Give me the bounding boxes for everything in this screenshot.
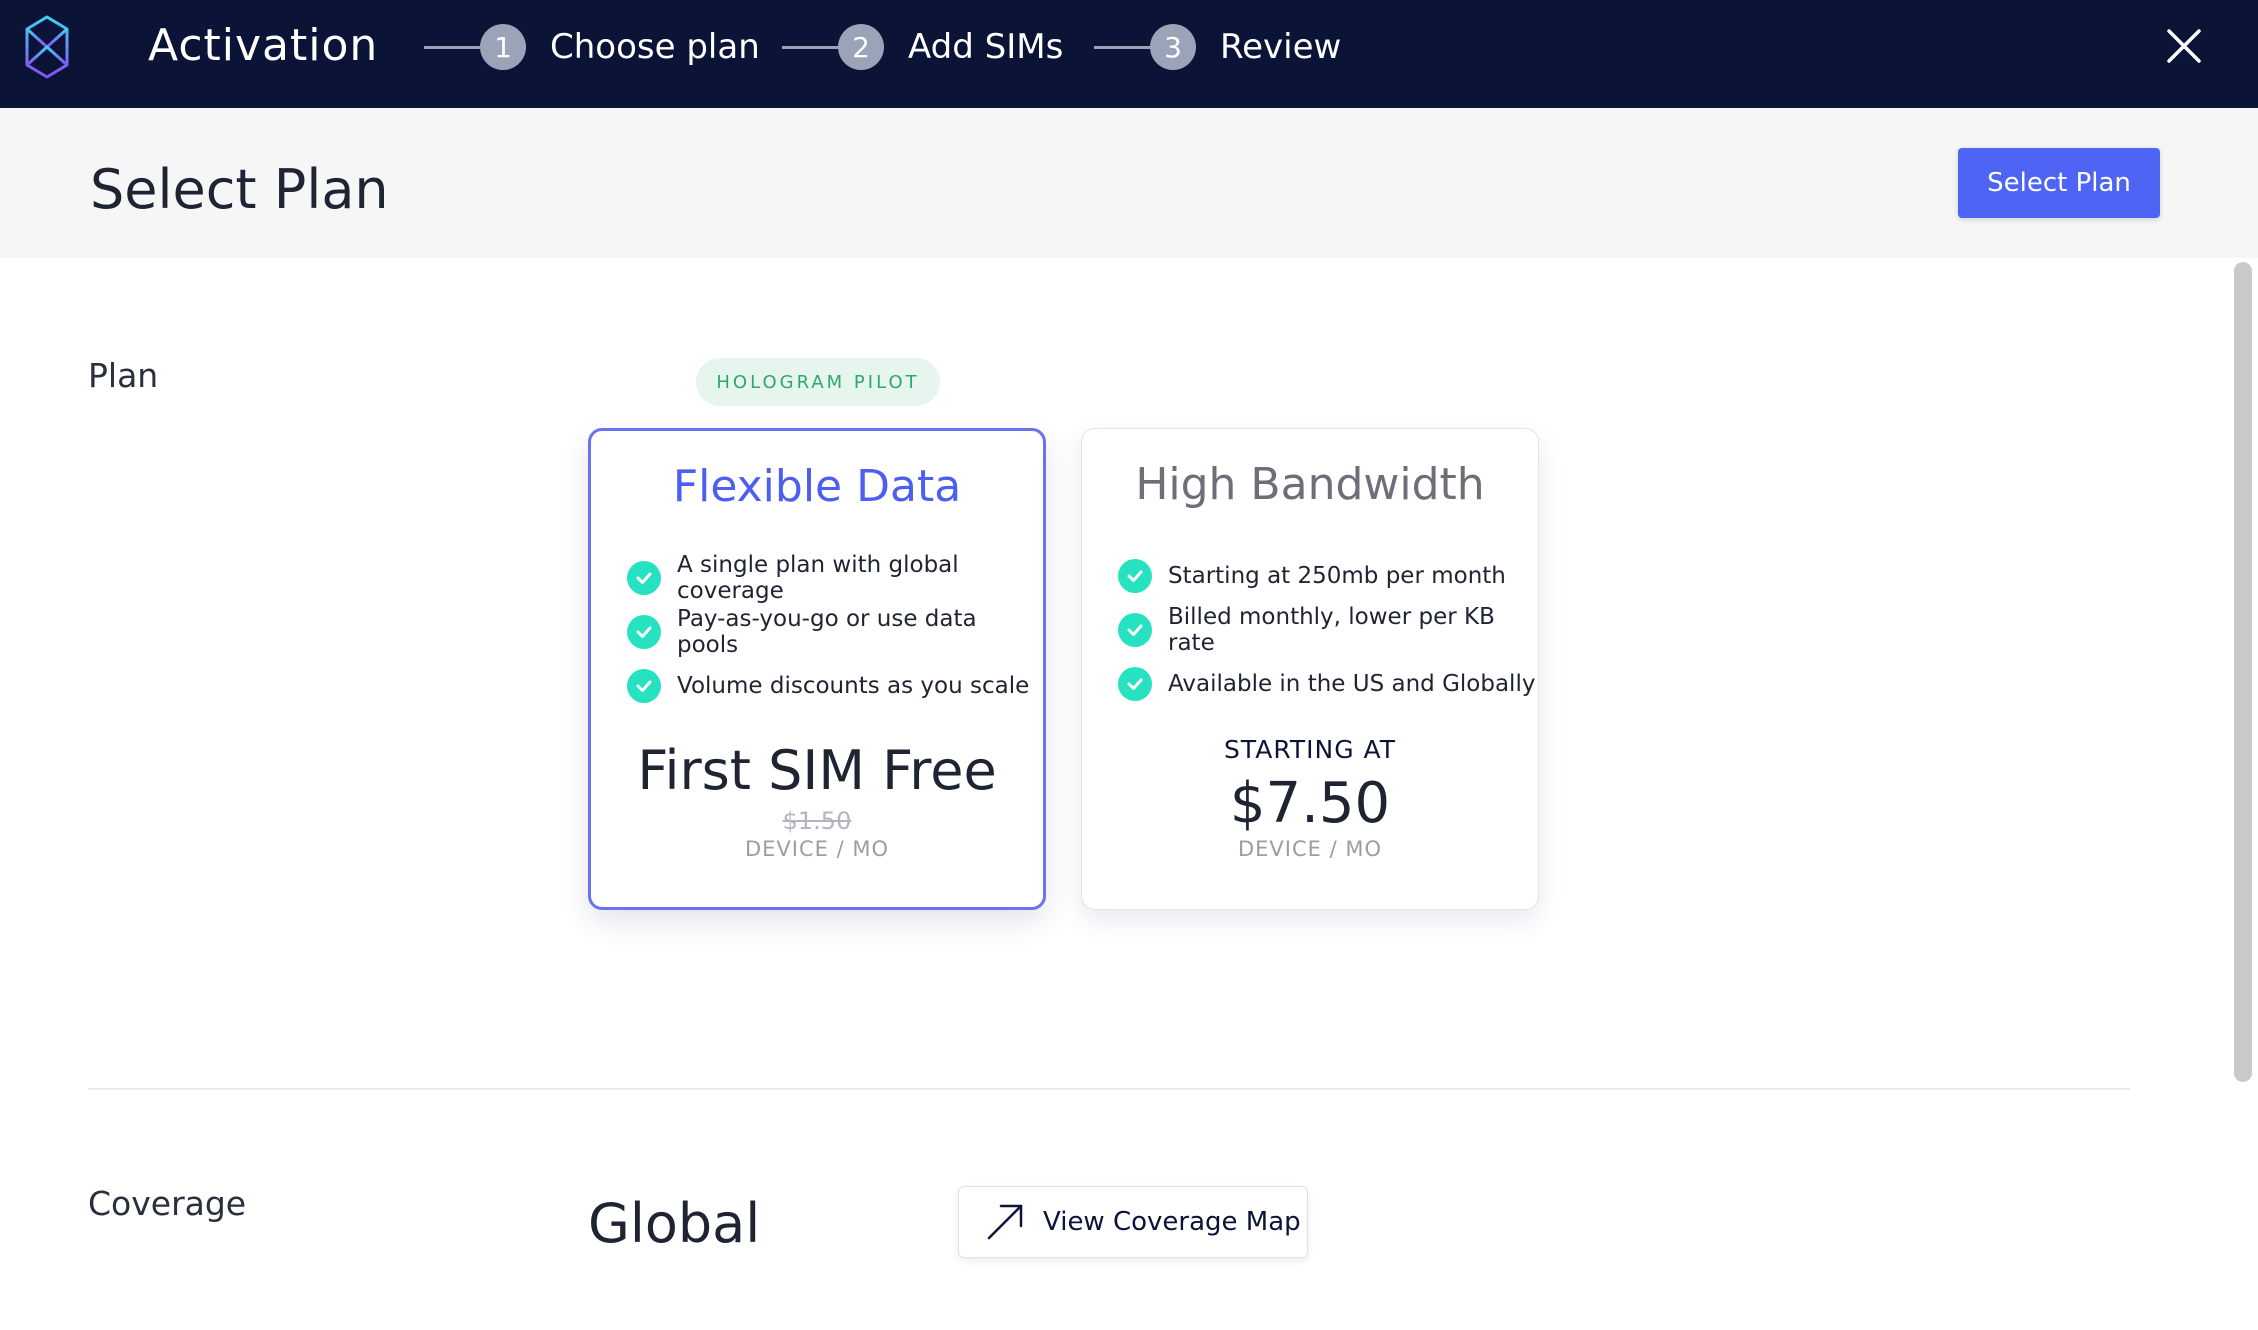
step-label: Add SIMs: [908, 27, 1064, 67]
view-coverage-map-label: View Coverage Map: [1043, 1207, 1301, 1237]
step-choose-plan[interactable]: 1 Choose plan: [424, 24, 760, 70]
feature-text: A single plan with global coverage: [677, 552, 959, 604]
hologram-pilot-badge: HOLOGRAM PILOT: [696, 358, 940, 406]
step-number: 3: [1150, 24, 1196, 70]
plan-card-flexible-data[interactable]: Flexible Data A single plan with global …: [588, 428, 1046, 910]
price-original-strikethrough: $1.50: [782, 807, 852, 835]
feature-item: Starting at 250mb per month: [1118, 549, 1538, 603]
feature-item: Available in the US and Globally: [1118, 657, 1538, 711]
feature-item: Pay-as-you-go or use data pools: [627, 605, 1043, 659]
plan-section-label: Plan: [88, 356, 159, 395]
feature-list: Starting at 250mb per month Billed month…: [1118, 549, 1538, 711]
feature-text: Billed monthly, lower per KB rate: [1168, 604, 1495, 656]
check-circle-icon: [627, 669, 661, 703]
feature-text: Volume discounts as you scale: [677, 673, 1030, 699]
coverage-section-label: Coverage: [88, 1184, 247, 1223]
feature-item: Volume discounts as you scale: [627, 659, 1043, 713]
check-circle-icon: [627, 615, 661, 649]
plan-card-title: Flexible Data: [672, 461, 962, 512]
plan-card-high-bandwidth[interactable]: High Bandwidth Starting at 250mb per mon…: [1081, 428, 1539, 910]
step-number: 1: [480, 24, 526, 70]
step-add-sims[interactable]: 2 Add SIMs: [782, 24, 1063, 70]
feature-text: Available in the US and Globally: [1168, 671, 1536, 697]
section-divider: [88, 1088, 2130, 1090]
page-header: Select Plan Select Plan: [0, 108, 2258, 258]
plan-card-title: High Bandwidth: [1135, 459, 1485, 510]
step-label: Review: [1220, 27, 1342, 67]
step-review[interactable]: 3 Review: [1094, 24, 1341, 70]
feature-item: Billed monthly, lower per KB rate: [1118, 603, 1538, 657]
scrollbar-thumb[interactable]: [2234, 262, 2252, 1082]
check-circle-icon: [1118, 667, 1152, 701]
step-connector: [782, 45, 838, 49]
feature-item: A single plan with global coverage: [627, 551, 1043, 605]
price-main: $7.50: [1229, 771, 1391, 836]
app-title: Activation: [148, 20, 379, 71]
check-circle-icon: [1118, 559, 1152, 593]
check-circle-icon: [1118, 613, 1152, 647]
price-main: First SIM Free: [637, 739, 997, 802]
hologram-logo-icon[interactable]: [24, 14, 70, 80]
view-coverage-map-button[interactable]: View Coverage Map: [958, 1186, 1308, 1258]
feature-list: A single plan with global coverage Pay-a…: [627, 551, 1043, 713]
step-label: Choose plan: [550, 27, 760, 67]
feature-text: Starting at 250mb per month: [1168, 563, 1506, 589]
select-plan-button[interactable]: Select Plan: [1958, 148, 2160, 218]
price-prefix: STARTING AT: [1224, 735, 1396, 764]
step-number: 2: [838, 24, 884, 70]
arrow-up-right-icon: [987, 1204, 1023, 1240]
coverage-value: Global: [588, 1192, 761, 1255]
page-title: Select Plan: [90, 158, 389, 221]
price-unit: DEVICE / MO: [744, 837, 889, 861]
close-icon[interactable]: [2164, 26, 2204, 66]
top-nav-bar: Activation 1 Choose plan 2 Add SIMs 3 Re…: [0, 0, 2258, 108]
price-unit: DEVICE / MO: [1237, 837, 1382, 861]
step-connector: [424, 45, 480, 49]
feature-text: Pay-as-you-go or use data pools: [677, 606, 977, 658]
check-circle-icon: [627, 561, 661, 595]
step-connector: [1094, 45, 1150, 49]
